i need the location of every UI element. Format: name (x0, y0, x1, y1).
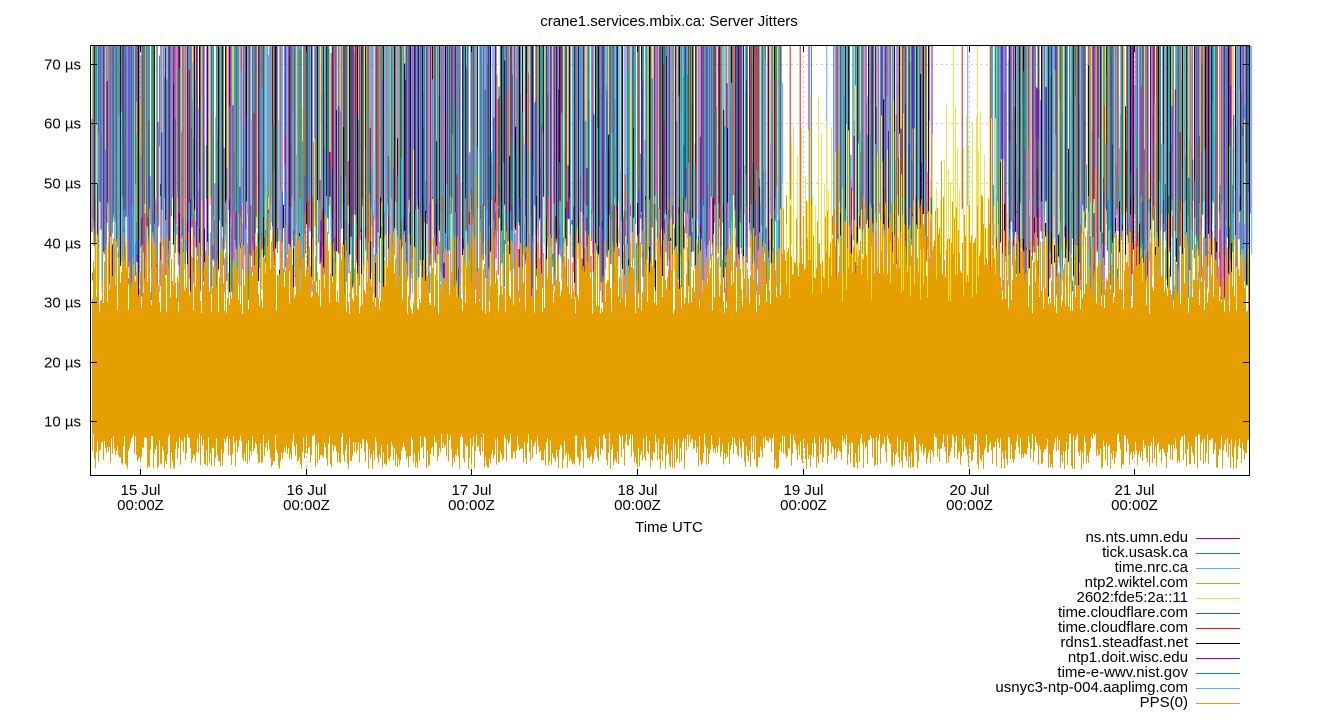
legend-swatch (1196, 598, 1240, 599)
legend-swatch (1196, 628, 1240, 629)
legend-swatch (1196, 658, 1240, 659)
legend-swatch (1196, 538, 1240, 539)
legend-item: ntp1.doit.wisc.edu (740, 650, 1240, 665)
legend-item: time.cloudflare.com (740, 620, 1240, 635)
legend-item: rdns1.steadfast.net (740, 635, 1240, 650)
legend-swatch (1196, 583, 1240, 584)
legend-swatch (1196, 613, 1240, 614)
legend-swatch (1196, 673, 1240, 674)
legend-item: PPS(0) (740, 695, 1240, 710)
y-tick-label: 30 µs (44, 295, 81, 312)
legend-item: ntp2.wiktel.com (740, 575, 1240, 590)
plot-area (91, 46, 1253, 469)
y-tick-label: 20 µs (44, 355, 81, 372)
x-tick-label-time: 00:00Z (614, 497, 661, 514)
legend-item: usnyc3-ntp-004.aaplimg.com (740, 680, 1240, 695)
chart-title: crane1.services.mbix.ca: Server Jitters (540, 13, 798, 30)
legend-item: ns.nts.umn.edu (740, 530, 1240, 545)
x-tick-label-time: 00:00Z (117, 497, 164, 514)
y-tick-label: 70 µs (44, 57, 81, 74)
x-axis-label: Time UTC (635, 519, 703, 536)
legend-swatch (1196, 688, 1240, 689)
x-tick-label-time: 00:00Z (1111, 497, 1158, 514)
legend-item: time.nrc.ca (740, 560, 1240, 575)
x-tick-label-time: 00:00Z (780, 497, 827, 514)
legend-item: time.cloudflare.com (740, 605, 1240, 620)
legend-swatch (1196, 643, 1240, 644)
legend-swatch (1196, 568, 1240, 569)
y-tick-label: 40 µs (44, 236, 81, 253)
x-tick-label-time: 00:00Z (448, 497, 495, 514)
legend-item: time-e-wwv.nist.gov (740, 665, 1240, 680)
legend-item: tick.usask.ca (740, 545, 1240, 560)
x-tick-label-time: 00:00Z (946, 497, 993, 514)
chart-legend: ns.nts.umn.edu tick.usask.ca time.nrc.ca nt… (740, 530, 1240, 710)
y-tick-label: 10 µs (44, 414, 81, 431)
x-tick-label-time: 00:00Z (283, 497, 330, 514)
y-tick-label: 60 µs (44, 116, 81, 133)
y-tick-label: 50 µs (44, 176, 81, 193)
legend-swatch (1196, 553, 1240, 554)
legend-swatch (1196, 703, 1240, 704)
legend-item: 2602:fde5:2a::11 (740, 590, 1240, 605)
